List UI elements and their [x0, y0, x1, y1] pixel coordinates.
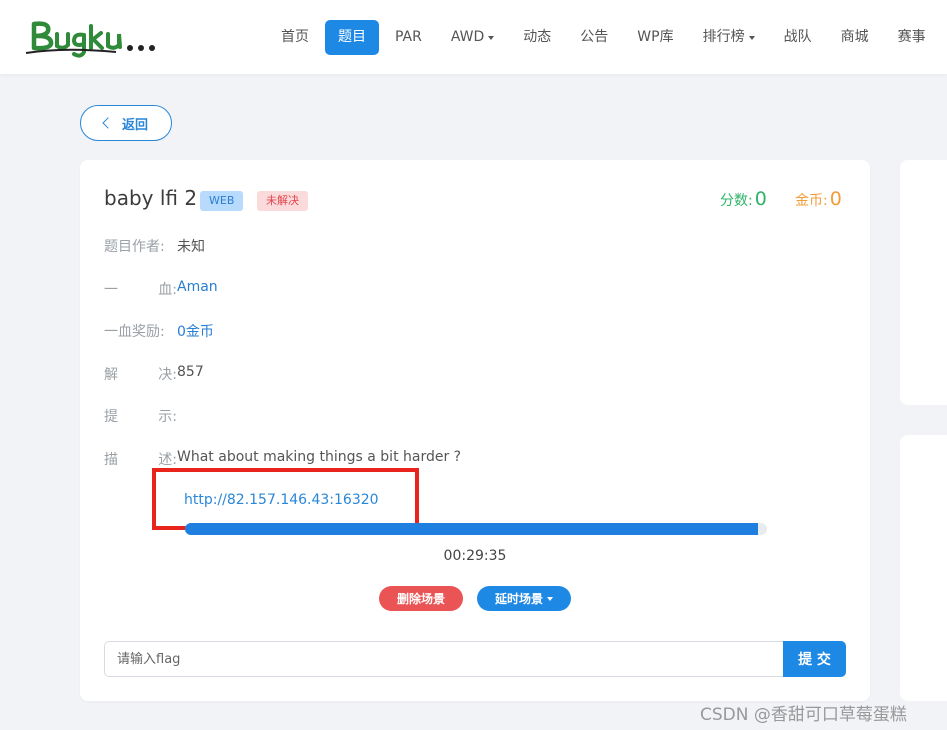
description-text: What about making things a bit harder ?: [177, 449, 462, 465]
points-value: 0: [754, 188, 767, 210]
countdown-timer: 00:29:35: [443, 548, 507, 564]
chevron-left-icon: [102, 117, 114, 129]
nav-label: 排行榜: [702, 29, 745, 45]
caret-down-icon: [547, 596, 553, 601]
hint-row: 提示:: [104, 406, 177, 426]
nav-item-events[interactable]: 赛事: [885, 20, 939, 55]
side-panel-bottom: [900, 435, 947, 701]
solves-row: 解决: 857: [104, 364, 204, 384]
progress-fill: [185, 523, 759, 535]
nav-item-ranking[interactable]: 排行榜: [690, 20, 768, 55]
main-nav: 首页 题目 PAR AWD 动态 公告 WP库 排行榜 战队 商城 赛事: [268, 20, 942, 55]
author-label: 题目作者:: [104, 239, 165, 255]
status-badge: 未解决: [257, 191, 308, 211]
author-value: 未知: [177, 239, 205, 255]
solves-label: 解决:: [104, 367, 177, 383]
coins-display: 金币: 0: [795, 188, 842, 210]
nav-label: 商城: [840, 29, 869, 45]
first-blood-row: 一血: Aman: [104, 279, 218, 299]
first-blood-user-link[interactable]: Aman: [177, 279, 218, 299]
nav-label: WP库: [637, 29, 674, 45]
highlight-annotation-box: [152, 468, 419, 530]
nav-item-wp[interactable]: WP库: [624, 20, 686, 55]
nav-item-teams[interactable]: 战队: [771, 20, 825, 55]
category-badge: WEB: [200, 191, 244, 211]
extend-scene-dropdown-button[interactable]: 延时场景: [477, 586, 571, 611]
description-row: 描述: What about making things a bit harde…: [104, 449, 461, 469]
flag-input[interactable]: [104, 641, 784, 677]
solves-value: 857: [177, 364, 204, 380]
caret-down-icon: [748, 35, 755, 40]
bugku-logo[interactable]: [24, 14, 184, 60]
coins-value: 0: [829, 188, 842, 210]
nav-label: 公告: [580, 29, 609, 45]
nav-label: 题目: [338, 29, 366, 45]
first-blood-reward-row: 一血奖励: 0金币: [104, 321, 214, 341]
description-label: 描述:: [104, 452, 177, 468]
time-remaining-progress-bar: [185, 523, 767, 535]
nav-label: PAR: [395, 29, 422, 45]
nav-item-challenges[interactable]: 题目: [325, 20, 379, 55]
nav-item-awd[interactable]: AWD: [438, 20, 507, 55]
first-blood-reward-value: 0金币: [177, 324, 214, 340]
nav-label: 首页: [281, 29, 309, 45]
side-panel-top: [900, 160, 947, 405]
csdn-watermark: CSDN @香甜可口草莓蛋糕: [700, 705, 907, 725]
delete-scene-button[interactable]: 删除场景: [379, 586, 463, 611]
first-blood-reward-label: 一血奖励:: [104, 324, 165, 340]
nav-item-home[interactable]: 首页: [268, 20, 322, 55]
nav-item-par[interactable]: PAR: [382, 20, 435, 55]
top-navbar: 首页 题目 PAR AWD 动态 公告 WP库 排行榜 战队 商城 赛事: [0, 0, 947, 74]
coins-label: 金币:: [795, 193, 828, 209]
nav-item-announcements[interactable]: 公告: [567, 20, 621, 55]
extend-scene-label: 延时场景: [494, 592, 543, 606]
nav-label: AWD: [450, 29, 485, 45]
challenge-card: baby lfi 2 WEB 未解决 分数: 0 金币: 0 题目作者: 未知 …: [80, 160, 870, 701]
nav-item-shop[interactable]: 商城: [828, 20, 882, 55]
first-blood-label: 一血:: [104, 282, 177, 298]
nav-item-news[interactable]: 动态: [510, 20, 564, 55]
nav-label: 赛事: [897, 29, 926, 45]
delete-scene-label: 删除场景: [396, 592, 445, 606]
back-button-label: 返回: [121, 117, 148, 133]
author-row: 题目作者: 未知: [104, 236, 205, 256]
hint-label: 提示:: [104, 409, 177, 425]
back-button[interactable]: 返回: [80, 105, 172, 141]
points-label: 分数:: [720, 193, 753, 209]
nav-label: 战队: [783, 29, 812, 45]
nav-label: 动态: [523, 29, 552, 45]
submit-flag-button[interactable]: 提 交: [783, 641, 846, 677]
challenge-title: baby lfi 2: [104, 186, 198, 210]
caret-down-icon: [488, 35, 495, 40]
points-display: 分数: 0: [720, 188, 767, 210]
